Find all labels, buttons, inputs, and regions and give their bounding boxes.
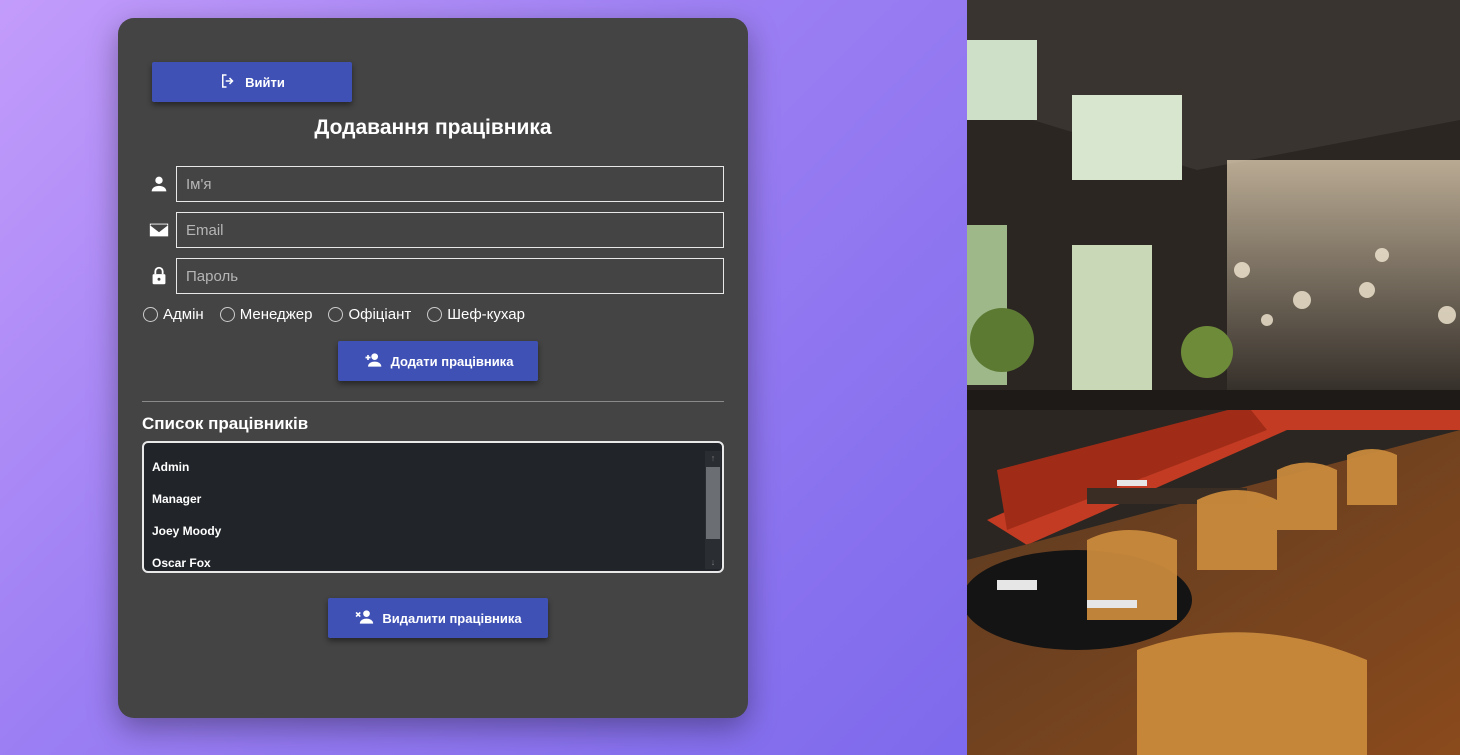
delete-employee-label: Видалити працівника xyxy=(382,610,522,626)
list-item[interactable]: Joey Moody xyxy=(152,524,221,538)
scroll-thumb[interactable] xyxy=(706,467,720,539)
role-manager-label: Менеджер xyxy=(239,306,313,323)
logout-label: Вийти xyxy=(245,74,285,90)
employee-list[interactable]: Admin Manager Joey Moody Oscar Fox ↑ ↓ xyxy=(142,441,724,573)
role-chef[interactable]: Шеф-кухар xyxy=(427,306,525,323)
scroll-down-arrow-icon[interactable]: ↓ xyxy=(705,555,721,569)
add-employee-label: Додати працівника xyxy=(390,353,514,369)
radio-manager[interactable] xyxy=(219,307,235,322)
role-admin[interactable]: Адмін xyxy=(143,306,204,323)
page-title: Додавання працівника xyxy=(314,116,552,139)
person-icon xyxy=(142,173,176,195)
person-remove-icon xyxy=(354,607,374,630)
email-field-row xyxy=(142,212,724,248)
add-employee-button[interactable]: Додати працівника xyxy=(338,341,538,381)
role-waiter-label: Офіціант xyxy=(348,306,412,323)
logout-icon xyxy=(219,72,237,93)
name-field-row xyxy=(142,166,724,202)
password-field-row xyxy=(142,258,724,294)
radio-admin[interactable] xyxy=(143,307,158,322)
list-item[interactable]: Manager xyxy=(152,492,201,506)
restaurant-photo xyxy=(967,0,1460,755)
role-radio-group: Адмін Менеджер Офіціант Шеф-кухар xyxy=(143,306,525,323)
role-manager[interactable]: Менеджер xyxy=(219,306,313,323)
lock-icon xyxy=(142,265,176,287)
logout-button[interactable]: Вийти xyxy=(152,62,352,102)
person-add-icon xyxy=(363,350,383,373)
employee-panel: Вийти Додавання працівника Адмін Менедже… xyxy=(118,18,748,718)
role-chef-label: Шеф-кухар xyxy=(447,306,525,323)
name-input[interactable] xyxy=(176,166,724,202)
role-admin-label: Адмін xyxy=(163,306,204,323)
list-item[interactable]: Admin xyxy=(152,460,189,474)
list-item[interactable]: Oscar Fox xyxy=(152,556,211,570)
scroll-up-arrow-icon[interactable]: ↑ xyxy=(705,451,721,465)
email-input[interactable] xyxy=(176,212,724,248)
radio-chef[interactable] xyxy=(427,307,443,322)
password-input[interactable] xyxy=(176,258,724,294)
employee-list-title: Список працівників xyxy=(142,414,309,433)
list-scrollbar[interactable]: ↑ ↓ xyxy=(705,451,721,569)
divider xyxy=(142,401,724,402)
envelope-icon xyxy=(142,219,176,241)
radio-waiter[interactable] xyxy=(328,307,344,322)
delete-employee-button[interactable]: Видалити працівника xyxy=(328,598,548,638)
role-waiter[interactable]: Офіціант xyxy=(328,306,411,323)
